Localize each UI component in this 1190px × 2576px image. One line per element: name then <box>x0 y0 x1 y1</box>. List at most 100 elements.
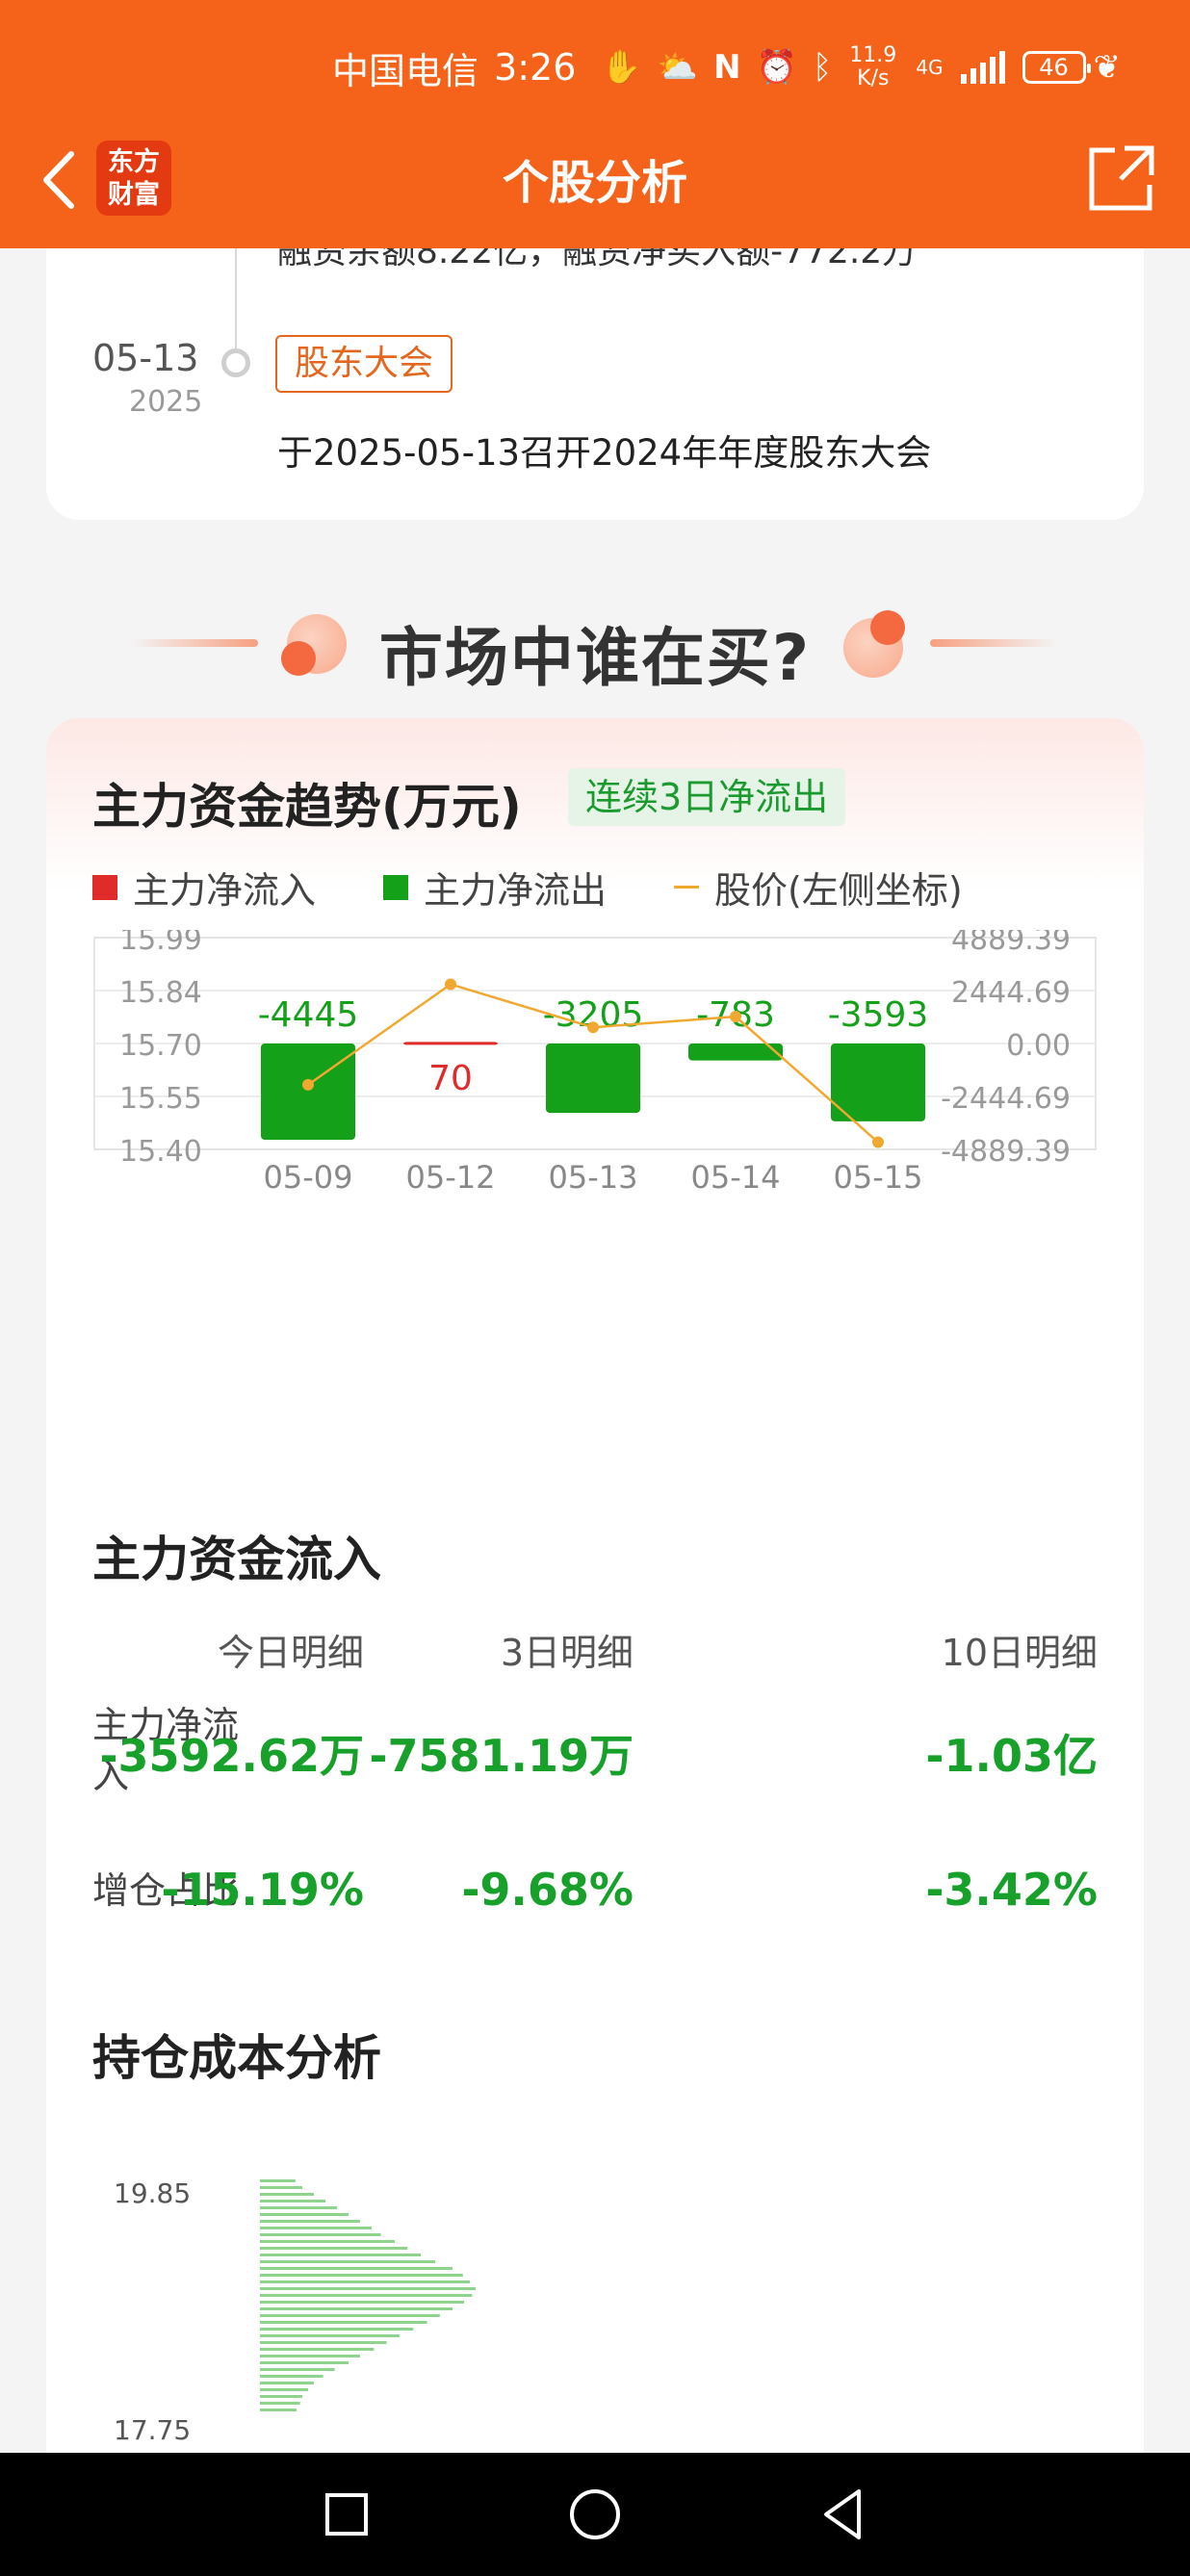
recent-apps-button[interactable] <box>310 2478 383 2551</box>
section-banner: 市场中谁在买? <box>0 597 1190 695</box>
cost-axis-bottom: 17.75 <box>114 2414 192 2446</box>
price-point <box>587 1021 599 1034</box>
cost-distribution-chart[interactable] <box>212 2176 693 2464</box>
flow-bar <box>403 1042 498 1045</box>
trend-title: 主力资金趋势(万元) <box>92 779 522 835</box>
right-axis-tick: 0.00 <box>1006 1029 1071 1063</box>
stock-analysis-page: 中国电信 3:26 ✋ ⛅ N ⏰ ᛒ 11.9 K/s 4G 46 ❦ 东方 <box>0 0 1190 2576</box>
trend-badge: 连续3日净流出 <box>568 768 846 826</box>
flow-bar <box>546 1043 640 1114</box>
timeline-year: 2025 <box>129 385 203 419</box>
bluetooth-icon: ᛒ <box>812 48 833 87</box>
cost-bar <box>260 2247 408 2250</box>
timeline-date: 05-13 <box>92 337 199 379</box>
cost-bar <box>260 2301 464 2304</box>
cost-bar <box>260 2233 381 2236</box>
cost-bar <box>260 2213 349 2216</box>
cost-bar <box>260 2355 360 2357</box>
price-point <box>302 1078 314 1091</box>
col-head-10day: 10日明细 <box>941 1632 1098 1674</box>
share-button[interactable] <box>1086 142 1157 214</box>
x-axis-label: 05-13 <box>549 1159 638 1196</box>
network-type: 4G <box>916 56 944 79</box>
cost-title: 持仓成本分析 <box>92 2030 381 2086</box>
cost-bar <box>260 2382 314 2384</box>
timeline-dot <box>221 348 250 377</box>
cost-bar <box>260 2280 470 2283</box>
price-point <box>872 1136 884 1148</box>
hand-icon: ✋ <box>601 48 642 87</box>
page-title: 个股分析 <box>502 156 687 210</box>
alarm-icon: ⏰ <box>756 48 797 87</box>
net-inflow-today: -3592.62万 <box>99 1730 364 1782</box>
price-point <box>445 978 456 991</box>
position-ratio-3day: -9.68% <box>461 1864 634 1916</box>
cost-bar <box>260 2200 325 2202</box>
flow-bar <box>831 1043 925 1121</box>
legend-inflow-swatch <box>92 874 117 900</box>
cost-bar <box>260 2328 414 2331</box>
event-description: 于2025-05-13召开2024年年度股东大会 <box>277 432 932 474</box>
right-axis-tick: -4889.39 <box>941 1135 1071 1169</box>
x-axis-label: 05-14 <box>691 1159 781 1196</box>
nav-bar: 东方 财富 个股分析 <box>0 125 1190 231</box>
network-speed-value: 11.9 <box>849 43 897 67</box>
legend-inflow: 主力净流入 <box>92 861 316 914</box>
net-inflow-3day: -7581.19万 <box>369 1730 634 1782</box>
inflow-title: 主力资金流入 <box>92 1532 381 1587</box>
left-axis-tick: 15.70 <box>119 1029 202 1063</box>
status-bar: 中国电信 3:26 ✋ ⛅ N ⏰ ᛒ 11.9 K/s 4G 46 ❦ <box>332 29 1128 106</box>
banner-ball-right-small <box>870 610 905 645</box>
legend-outflow: 主力净流出 <box>383 861 607 914</box>
network-speed-unit: K/s <box>857 66 890 90</box>
banner-line-right <box>930 639 1057 647</box>
cost-bar <box>260 2179 296 2182</box>
cost-bar <box>260 2307 453 2310</box>
home-button[interactable] <box>558 2478 632 2551</box>
network-speed: 11.9 K/s <box>849 44 896 90</box>
bar-value-label: -3593 <box>828 995 929 1035</box>
event-tag[interactable]: 股东大会 <box>275 335 453 393</box>
cost-bar <box>260 2361 349 2364</box>
legend-price: 股价(左侧坐标) <box>674 861 963 914</box>
cost-bar <box>260 2402 300 2405</box>
cost-axis-top: 19.85 <box>114 2177 192 2209</box>
chart-legend: 主力净流入 主力净流出 股价(左侧坐标) <box>92 861 1030 914</box>
cost-bar <box>260 2409 297 2411</box>
cost-bar <box>260 2287 476 2290</box>
position-ratio-today: -15.19% <box>161 1864 364 1916</box>
back-nav-button[interactable] <box>807 2478 880 2551</box>
x-axis-label: 05-15 <box>834 1159 923 1196</box>
leaf-icon: ❦ <box>1093 48 1122 87</box>
right-axis-tick: 4889.39 <box>951 930 1071 957</box>
cost-bar <box>260 2227 372 2229</box>
status-time: 3:26 <box>494 46 577 89</box>
bar-value-label: 70 <box>428 1059 473 1098</box>
position-ratio-10day: -3.42% <box>925 1864 1098 1916</box>
carrier-name: 中国电信 <box>332 49 479 92</box>
cost-bar <box>260 2186 302 2189</box>
bar-value-label: -4445 <box>258 995 359 1035</box>
right-axis-tick: -2444.69 <box>941 1082 1071 1116</box>
battery-level: 46 <box>1039 54 1069 81</box>
battery-icon: 46 <box>1022 51 1091 84</box>
legend-inflow-label: 主力净流入 <box>133 869 317 912</box>
left-axis-tick: 15.55 <box>119 1082 202 1116</box>
banner-title: 市场中谁在买? <box>378 621 812 695</box>
cost-bar <box>260 2220 360 2223</box>
cost-bar <box>260 2260 435 2263</box>
legend-price-swatch <box>674 886 700 889</box>
cost-bar <box>260 2193 314 2196</box>
cost-bar <box>260 2334 400 2337</box>
cost-bar <box>260 2267 453 2270</box>
system-nav-bar <box>0 2453 1190 2576</box>
cost-bar <box>260 2348 375 2351</box>
flow-bar <box>261 1043 355 1141</box>
cost-bar <box>260 2341 387 2344</box>
fund-trend-chart[interactable]: 15.99 15.84 15.70 15.55 15.40 4889.39 2444.69 0… <box>46 930 1144 1219</box>
x-axis-label: 05-12 <box>406 1159 496 1196</box>
app-header: 中国电信 3:26 ✋ ⛅ N ⏰ ᛒ 11.9 K/s 4G 46 ❦ 东方 <box>0 0 1190 248</box>
signal-icon <box>960 51 1005 84</box>
legend-outflow-swatch <box>383 874 409 900</box>
col-head-today: 今日明细 <box>217 1632 364 1674</box>
